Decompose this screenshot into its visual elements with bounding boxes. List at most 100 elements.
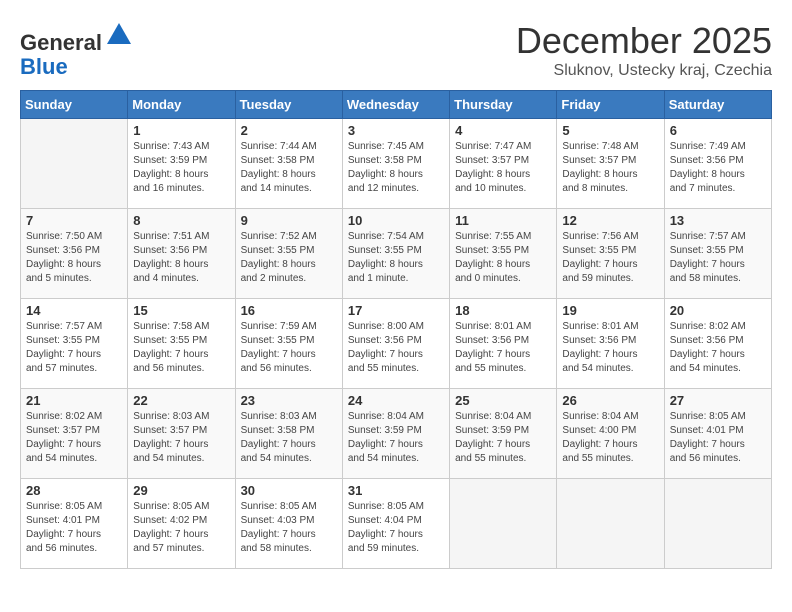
table-row: 25 Sunrise: 8:04 AMSunset: 3:59 PMDayligh… xyxy=(450,389,557,479)
day-info: Sunrise: 8:05 AMSunset: 4:01 PMDaylight:… xyxy=(26,500,122,556)
day-number: 9 xyxy=(241,213,337,228)
table-row: 22 Sunrise: 8:03 AMSunset: 3:57 PMDayligh… xyxy=(128,389,235,479)
location: Sluknov, Ustecky kraj, Czechia xyxy=(516,62,772,80)
day-number: 26 xyxy=(562,393,658,408)
day-number: 15 xyxy=(133,303,229,318)
logo: General Blue xyxy=(20,20,134,79)
table-row: 12 Sunrise: 7:56 AMSunset: 3:55 PMDayligh… xyxy=(557,209,664,299)
day-info: Sunrise: 7:44 AMSunset: 3:58 PMDaylight:… xyxy=(241,140,337,196)
day-info: Sunrise: 7:57 AMSunset: 3:55 PMDaylight:… xyxy=(26,320,122,376)
day-number: 14 xyxy=(26,303,122,318)
day-info: Sunrise: 7:51 AMSunset: 3:56 PMDaylight:… xyxy=(133,230,229,286)
day-info: Sunrise: 8:00 AMSunset: 3:56 PMDaylight:… xyxy=(348,320,444,376)
day-info: Sunrise: 7:49 AMSunset: 3:56 PMDaylight:… xyxy=(670,140,766,196)
day-number: 7 xyxy=(26,213,122,228)
logo-icon xyxy=(104,20,134,50)
day-number: 2 xyxy=(241,123,337,138)
table-row: 21 Sunrise: 8:02 AMSunset: 3:57 PMDayligh… xyxy=(21,389,128,479)
day-number: 3 xyxy=(348,123,444,138)
day-number: 11 xyxy=(455,213,551,228)
table-row: 23 Sunrise: 8:03 AMSunset: 3:58 PMDayligh… xyxy=(235,389,342,479)
day-info: Sunrise: 8:03 AMSunset: 3:57 PMDaylight:… xyxy=(133,410,229,466)
page-header: General Blue December 2025 Sluknov, Uste… xyxy=(20,20,772,80)
table-row: 17 Sunrise: 8:00 AMSunset: 3:56 PMDayligh… xyxy=(342,299,449,389)
day-number: 21 xyxy=(26,393,122,408)
day-number: 30 xyxy=(241,483,337,498)
day-number: 1 xyxy=(133,123,229,138)
table-row: 1 Sunrise: 7:43 AMSunset: 3:59 PMDaylight… xyxy=(128,119,235,209)
col-thursday: Thursday xyxy=(450,91,557,119)
day-number: 23 xyxy=(241,393,337,408)
col-saturday: Saturday xyxy=(664,91,771,119)
table-row: 28 Sunrise: 8:05 AMSunset: 4:01 PMDayligh… xyxy=(21,479,128,569)
col-tuesday: Tuesday xyxy=(235,91,342,119)
day-info: Sunrise: 7:45 AMSunset: 3:58 PMDaylight:… xyxy=(348,140,444,196)
table-row: 26Sunrise: 8:04 AMSunset: 4:00 PMDayligh… xyxy=(557,389,664,479)
day-info: Sunrise: 7:56 AMSunset: 3:55 PMDaylight:… xyxy=(562,230,658,286)
day-number: 12 xyxy=(562,213,658,228)
calendar-week-row: 21 Sunrise: 8:02 AMSunset: 3:57 PMDayligh… xyxy=(21,389,772,479)
day-info: Sunrise: 7:55 AMSunset: 3:55 PMDaylight:… xyxy=(455,230,551,286)
day-info: Sunrise: 8:02 AMSunset: 3:56 PMDaylight:… xyxy=(670,320,766,376)
day-number: 28 xyxy=(26,483,122,498)
table-row: 10Sunrise: 7:54 AMSunset: 3:55 PMDayligh… xyxy=(342,209,449,299)
day-info: Sunrise: 8:02 AMSunset: 3:57 PMDaylight:… xyxy=(26,410,122,466)
day-number: 22 xyxy=(133,393,229,408)
calendar-week-row: 28 Sunrise: 8:05 AMSunset: 4:01 PMDayligh… xyxy=(21,479,772,569)
col-monday: Monday xyxy=(128,91,235,119)
day-number: 16 xyxy=(241,303,337,318)
table-row: 16Sunrise: 7:59 AMSunset: 3:55 PMDayligh… xyxy=(235,299,342,389)
table-row: 29 Sunrise: 8:05 AMSunset: 4:02 PMDayligh… xyxy=(128,479,235,569)
table-row: 19Sunrise: 8:01 AMSunset: 3:56 PMDayligh… xyxy=(557,299,664,389)
day-number: 17 xyxy=(348,303,444,318)
day-info: Sunrise: 7:54 AMSunset: 3:55 PMDaylight:… xyxy=(348,230,444,286)
day-info: Sunrise: 7:43 AMSunset: 3:59 PMDaylight:… xyxy=(133,140,229,196)
table-row: 24Sunrise: 8:04 AMSunset: 3:59 PMDayligh… xyxy=(342,389,449,479)
table-row: 27 Sunrise: 8:05 AMSunset: 4:01 PMDayligh… xyxy=(664,389,771,479)
day-number: 27 xyxy=(670,393,766,408)
day-info: Sunrise: 8:05 AMSunset: 4:03 PMDaylight:… xyxy=(241,500,337,556)
day-number: 8 xyxy=(133,213,229,228)
col-wednesday: Wednesday xyxy=(342,91,449,119)
table-row: 14 Sunrise: 7:57 AMSunset: 3:55 PMDayligh… xyxy=(21,299,128,389)
day-info: Sunrise: 7:57 AMSunset: 3:55 PMDaylight:… xyxy=(670,230,766,286)
table-row xyxy=(664,479,771,569)
table-row: 20 Sunrise: 8:02 AMSunset: 3:56 PMDayligh… xyxy=(664,299,771,389)
table-row: 15Sunrise: 7:58 AMSunset: 3:55 PMDayligh… xyxy=(128,299,235,389)
table-row: 5 Sunrise: 7:48 AMSunset: 3:57 PMDaylight… xyxy=(557,119,664,209)
table-row: 31 Sunrise: 8:05 AMSunset: 4:04 PMDayligh… xyxy=(342,479,449,569)
day-info: Sunrise: 8:05 AMSunset: 4:04 PMDaylight:… xyxy=(348,500,444,556)
day-info: Sunrise: 8:04 AMSunset: 3:59 PMDaylight:… xyxy=(455,410,551,466)
table-row xyxy=(21,119,128,209)
table-row: 8 Sunrise: 7:51 AMSunset: 3:56 PMDaylight… xyxy=(128,209,235,299)
logo-general-text: General xyxy=(20,30,102,55)
day-info: Sunrise: 8:01 AMSunset: 3:56 PMDaylight:… xyxy=(455,320,551,376)
day-info: Sunrise: 7:48 AMSunset: 3:57 PMDaylight:… xyxy=(562,140,658,196)
day-number: 13 xyxy=(670,213,766,228)
month-title: December 2025 xyxy=(516,20,772,62)
title-block: December 2025 Sluknov, Ustecky kraj, Cze… xyxy=(516,20,772,80)
day-info: Sunrise: 8:03 AMSunset: 3:58 PMDaylight:… xyxy=(241,410,337,466)
day-info: Sunrise: 8:05 AMSunset: 4:01 PMDaylight:… xyxy=(670,410,766,466)
day-number: 6 xyxy=(670,123,766,138)
table-row: 7 Sunrise: 7:50 AMSunset: 3:56 PMDaylight… xyxy=(21,209,128,299)
calendar-week-row: 7 Sunrise: 7:50 AMSunset: 3:56 PMDaylight… xyxy=(21,209,772,299)
day-info: Sunrise: 7:47 AMSunset: 3:57 PMDaylight:… xyxy=(455,140,551,196)
table-row: 11 Sunrise: 7:55 AMSunset: 3:55 PMDayligh… xyxy=(450,209,557,299)
table-row: 9 Sunrise: 7:52 AMSunset: 3:55 PMDaylight… xyxy=(235,209,342,299)
day-number: 5 xyxy=(562,123,658,138)
table-row: 2 Sunrise: 7:44 AMSunset: 3:58 PMDaylight… xyxy=(235,119,342,209)
day-number: 24 xyxy=(348,393,444,408)
day-number: 20 xyxy=(670,303,766,318)
day-number: 29 xyxy=(133,483,229,498)
table-row: 13 Sunrise: 7:57 AMSunset: 3:55 PMDayligh… xyxy=(664,209,771,299)
day-info: Sunrise: 7:52 AMSunset: 3:55 PMDaylight:… xyxy=(241,230,337,286)
day-number: 31 xyxy=(348,483,444,498)
day-info: Sunrise: 8:05 AMSunset: 4:02 PMDaylight:… xyxy=(133,500,229,556)
day-number: 25 xyxy=(455,393,551,408)
day-info: Sunrise: 7:50 AMSunset: 3:56 PMDaylight:… xyxy=(26,230,122,286)
calendar-week-row: 1 Sunrise: 7:43 AMSunset: 3:59 PMDaylight… xyxy=(21,119,772,209)
table-row xyxy=(557,479,664,569)
col-sunday: Sunday xyxy=(21,91,128,119)
logo-blue-text: Blue xyxy=(20,54,68,79)
